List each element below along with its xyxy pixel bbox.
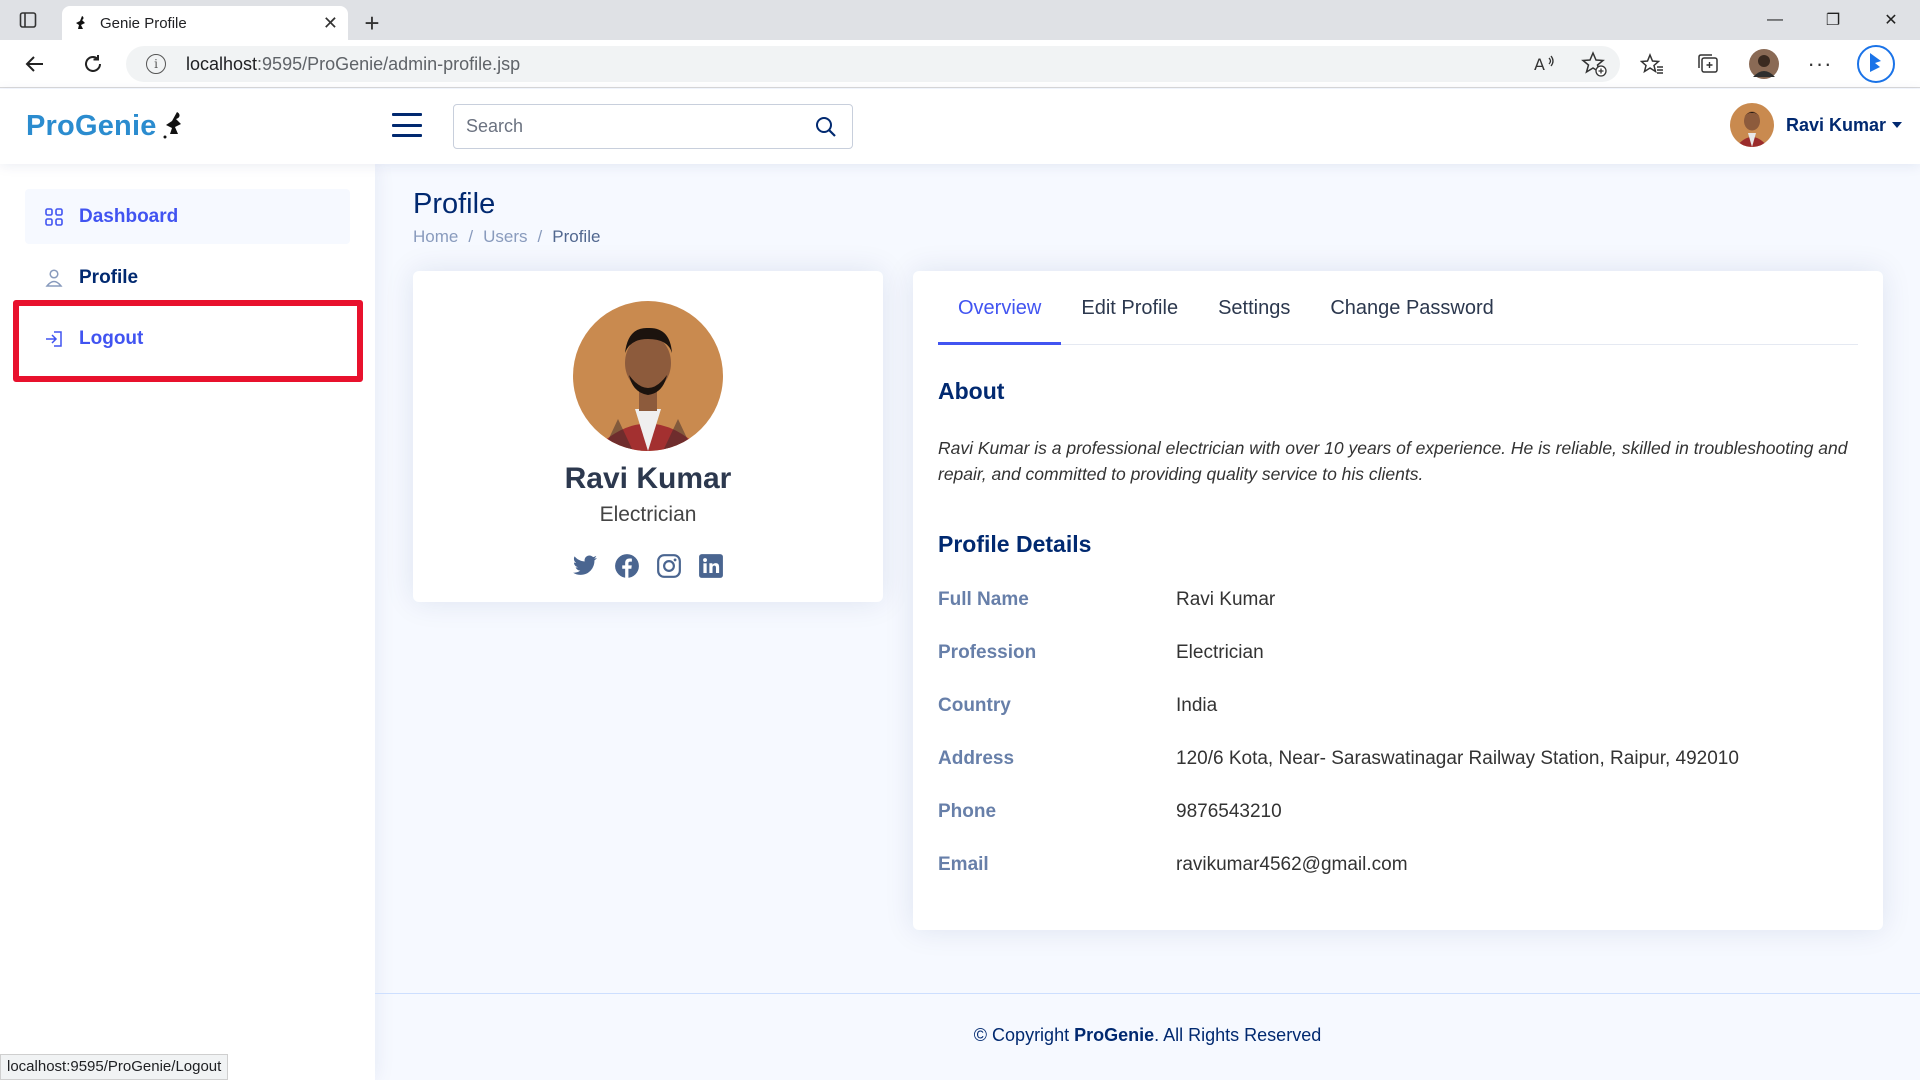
social-links [413, 552, 883, 580]
site-info-icon[interactable]: i [146, 54, 166, 74]
tab-change-password[interactable]: Change Password [1310, 291, 1513, 345]
address-bar: i localhost:9595/ProGenie/admin-profile.… [0, 40, 1920, 88]
back-icon[interactable] [12, 44, 58, 84]
breadcrumb-home[interactable]: Home [413, 227, 458, 247]
copyright-prefix: © Copyright [973, 1025, 1070, 1045]
tab-edit-profile[interactable]: Edit Profile [1061, 291, 1198, 345]
detail-value: 9876543210 [1176, 801, 1282, 822]
sidebar-item-label: Dashboard [79, 205, 179, 227]
sidebar-item-dashboard[interactable]: Dashboard [25, 189, 350, 244]
profile-tabs: Overview Edit Profile Settings Change Pa… [938, 291, 1858, 345]
copyright-text: © Copyright ProGenie. All Rights Reserve… [375, 1025, 1920, 1046]
profile-avatar [573, 301, 723, 451]
profile-details-heading: Profile Details [938, 531, 1092, 557]
search-input[interactable] [466, 116, 812, 137]
detail-label: Country [938, 695, 1011, 716]
profile-details-card: Overview Edit Profile Settings Change Pa… [913, 271, 1883, 930]
url-path: :9595/ProGenie/admin-profile.jsp [257, 53, 521, 74]
close-tab-icon[interactable]: ✕ [323, 14, 338, 32]
breadcrumb-current: Profile [552, 227, 601, 246]
svg-text:A: A [1534, 55, 1545, 74]
genie-favicon-icon [76, 16, 85, 29]
browser-tab[interactable]: Genie Profile ✕ [62, 6, 348, 40]
user-menu[interactable]: Ravi Kumar [1729, 103, 1902, 147]
user-name: Ravi Kumar [1785, 114, 1886, 135]
add-favorite-icon[interactable] [1580, 50, 1608, 83]
detail-label: Address [938, 748, 1015, 769]
copyright-suffix: . All Rights Reserved [1154, 1025, 1322, 1045]
reload-icon[interactable] [70, 44, 116, 84]
read-aloud-icon[interactable]: A [1532, 50, 1558, 83]
collections-icon[interactable] [1680, 44, 1736, 84]
profile-card: Ravi Kumar Electrician [413, 271, 883, 602]
detail-value: Electrician [1176, 642, 1264, 663]
detail-label: Phone [938, 801, 997, 822]
breadcrumb-users[interactable]: Users [483, 227, 527, 247]
grid-icon [43, 206, 65, 228]
facebook-icon[interactable] [613, 552, 641, 580]
detail-value: ravikumar4562@gmail.com [1176, 854, 1408, 875]
browser-status-url: localhost:9595/ProGenie/Logout [0, 1054, 229, 1080]
detail-value: Ravi Kumar [1176, 589, 1276, 610]
about-text: Ravi Kumar is a professional electrician… [938, 438, 1848, 484]
app-header: ProGenie Ravi Kumar [0, 89, 1920, 164]
favorites-icon[interactable] [1624, 44, 1680, 84]
profile-profession: Electrician [599, 503, 697, 526]
more-options-icon[interactable]: ··· [1792, 44, 1848, 84]
bing-copilot-icon[interactable] [1848, 44, 1904, 84]
chevron-down-icon [1892, 122, 1902, 128]
logout-highlight-box [13, 300, 363, 382]
instagram-icon[interactable] [655, 552, 683, 580]
detail-value: India [1176, 695, 1218, 716]
url-field[interactable]: i localhost:9595/ProGenie/admin-profile.… [126, 46, 1620, 82]
avatar [1729, 103, 1774, 147]
tab-title: Genie Profile [100, 14, 187, 32]
breadcrumb-separator: / [537, 227, 543, 246]
linkedin-icon[interactable] [697, 552, 725, 580]
genie-logo-icon [163, 112, 181, 139]
twitter-icon[interactable] [571, 552, 599, 580]
browser-tab-bar: Genie Profile ✕ + — ❐ ✕ [0, 0, 1920, 40]
detail-row-email: Email ravikumar4562@gmail.com [938, 854, 1858, 884]
page-title: Profile [413, 188, 496, 220]
detail-row-profession: Profession Electrician [938, 642, 1858, 672]
sidebar-item-label: Profile [79, 266, 139, 288]
detail-row-country: Country India [938, 695, 1858, 725]
breadcrumb-separator: / [468, 227, 474, 246]
person-icon [43, 267, 65, 289]
search-icon[interactable] [812, 113, 840, 141]
toggle-sidebar-icon[interactable] [392, 113, 422, 137]
detail-label: Email [938, 854, 989, 875]
breadcrumb: Home / Users / Profile [413, 227, 600, 247]
about-heading: About [938, 378, 1005, 404]
sidebar-item-profile[interactable]: Profile [25, 250, 350, 305]
new-tab-icon[interactable]: + [354, 6, 390, 40]
search-bar [453, 104, 853, 149]
brand-name: ProGenie [26, 109, 157, 142]
profile-name: Ravi Kumar [564, 462, 732, 495]
detail-label: Full Name [938, 589, 1029, 610]
tab-overview[interactable]: Overview [938, 291, 1062, 345]
footer: © Copyright ProGenie. All Rights Reserve… [375, 993, 1920, 1080]
detail-row-full-name: Full Name Ravi Kumar [938, 589, 1858, 619]
url-host: localhost [186, 53, 258, 74]
detail-row-phone: Phone 9876543210 [938, 801, 1858, 831]
restore-icon[interactable]: ❐ [1804, 0, 1862, 40]
browser-profile-avatar[interactable] [1736, 44, 1792, 84]
minimize-icon[interactable]: — [1746, 0, 1804, 40]
main-content: Profile Home / Users / Profile Ravi Kuma… [375, 164, 1920, 1080]
detail-label: Profession [938, 642, 1037, 663]
tab-actions-icon[interactable] [0, 0, 56, 40]
brand-logo[interactable]: ProGenie [26, 109, 189, 143]
close-window-icon[interactable]: ✕ [1862, 0, 1920, 40]
copyright-brand: ProGenie [1074, 1025, 1155, 1045]
detail-value: 120/6 Kota, Near- Saraswatinagar Railway… [1176, 748, 1739, 769]
detail-row-address: Address 120/6 Kota, Near- Saraswatinagar… [938, 748, 1858, 778]
tab-settings[interactable]: Settings [1198, 291, 1310, 345]
